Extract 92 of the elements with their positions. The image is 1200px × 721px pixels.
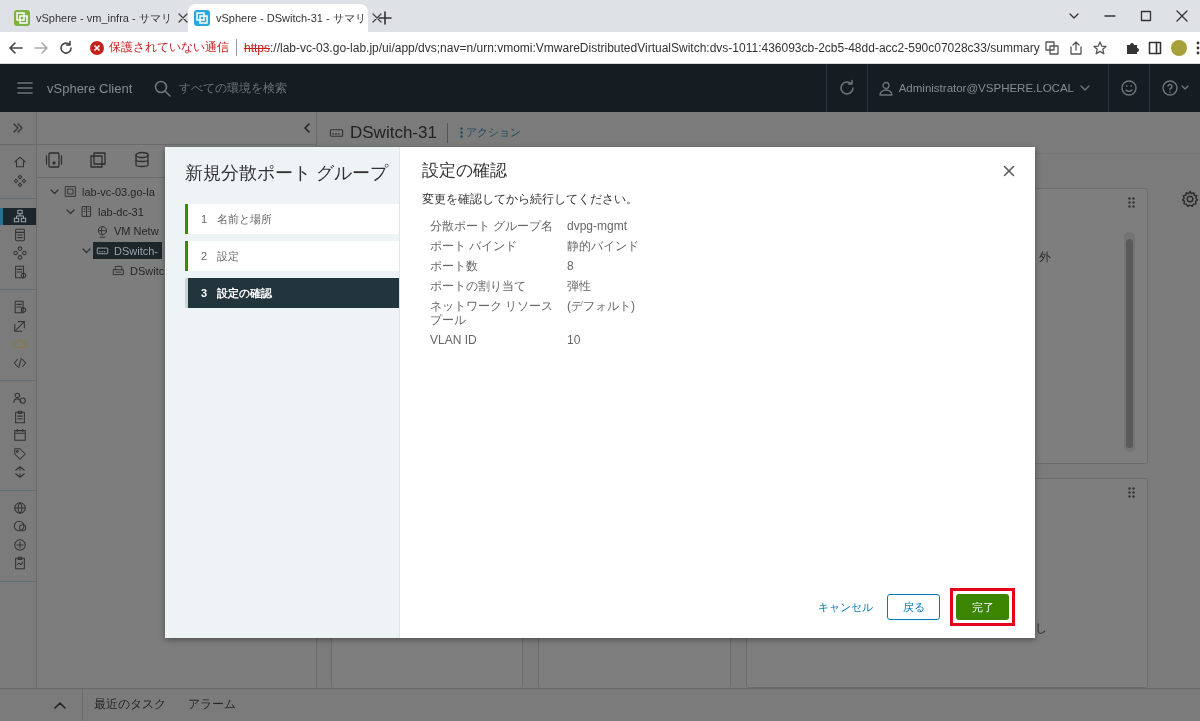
forward-arrow-icon[interactable] (33, 39, 49, 56)
field-label: VLAN ID (430, 333, 478, 347)
tag-icon (12, 446, 27, 461)
close-icon[interactable] (371, 13, 382, 23)
drag-handle-icon[interactable] (1128, 197, 1135, 208)
sidebar-icon[interactable] (1147, 40, 1162, 55)
back-button[interactable]: 戻る (887, 594, 940, 620)
panel-tab[interactable]: アラーム (177, 689, 247, 721)
reload-icon[interactable] (58, 39, 74, 56)
field-value: 10 (567, 333, 582, 347)
url-text: https://lab-vc-03.go-lab.jp/ui/app/dvs;nav=n/urn:vmomi:VmwareDistributedVirtualSwitch:dvs-1011:436093cb-2cb5-48dd-acc2-590c07028c33/summary (244, 40, 1040, 55)
page-title: 設定の確認 (422, 160, 507, 182)
search-icon (154, 79, 172, 97)
tree-item[interactable]: DSwitc (109, 262, 169, 280)
people-icon (12, 391, 27, 406)
smiley-icon[interactable] (1120, 79, 1138, 97)
plus-circle-icon (12, 537, 27, 552)
arrow-icon (12, 318, 27, 333)
tree-item[interactable]: VM Netw (93, 222, 163, 240)
database-icon[interactable] (133, 151, 151, 169)
plus-icon[interactable] (378, 11, 392, 25)
avatar[interactable] (1170, 39, 1187, 56)
star-icon[interactable] (1092, 40, 1107, 55)
clipboard-icon (12, 409, 27, 424)
translate-icon[interactable] (1044, 40, 1059, 55)
cancel-link[interactable]: キャンセル (814, 594, 877, 620)
field-value: 静的バインド (567, 239, 640, 253)
finish-button[interactable]: 完了 (956, 594, 1009, 620)
kebab-icon (459, 127, 463, 138)
more-icon[interactable] (1195, 40, 1200, 55)
back-arrow-icon[interactable] (8, 39, 24, 56)
wizard-step[interactable]: 2 設定 (185, 241, 399, 271)
search-field[interactable]: すべての環境を検索 (177, 80, 382, 96)
help-icon[interactable] (1161, 79, 1189, 97)
panel-tab[interactable]: 最近のタスク (83, 689, 177, 721)
product-name: vSphere Client (47, 80, 133, 96)
share-icon[interactable] (1068, 40, 1083, 55)
card-text: し (1035, 620, 1047, 637)
server-icon (12, 264, 27, 279)
field-value: (デフォルト) (567, 299, 636, 313)
scrollbar[interactable] (1124, 232, 1135, 452)
document-icon (12, 227, 27, 242)
refresh-icon[interactable] (837, 79, 856, 97)
instruction-text: 変更を確認してから続行してください。 (422, 192, 639, 207)
field-label: ポート数 (430, 259, 479, 273)
menu-icon[interactable] (17, 81, 33, 95)
browser-tab[interactable]: vSphere - vm_infra - サマリ (8, 4, 188, 32)
calendar-icon (12, 428, 27, 443)
field-value: 弾性 (567, 279, 592, 293)
warning-icon (90, 40, 104, 55)
double-chevron-icon[interactable] (12, 122, 24, 134)
report-icon (12, 300, 27, 315)
nodes-icon (12, 246, 27, 261)
close-icon[interactable] (1003, 164, 1015, 177)
user-icon (878, 80, 893, 96)
field-label: ポート バインド (430, 239, 519, 253)
chevron-up-icon[interactable] (53, 701, 66, 709)
code-icon (12, 355, 27, 370)
settings-icon[interactable] (1181, 190, 1199, 208)
tree-item[interactable]: DSwitch- (93, 242, 162, 260)
maximize-icon[interactable] (1140, 10, 1152, 22)
field-label: ポートの割り当て (430, 279, 527, 293)
tree-item[interactable]: lab-vc-03.go-la (61, 183, 159, 201)
user-menu[interactable]: Administrator@VSPHERE.LOCAL (898, 82, 1074, 94)
wizard-step[interactable]: 1 名前と場所 (185, 204, 399, 234)
home-icon (12, 155, 27, 170)
field-label: ネットワーク リソースプール (430, 299, 555, 327)
tree-item[interactable]: lab-dc-31 (77, 203, 148, 221)
server-icon (64, 185, 77, 199)
drag-handle-icon[interactable] (1128, 487, 1135, 498)
dialog-title: 新規分散ポート グループ (185, 162, 390, 185)
object-title: DSwitch-31 (350, 122, 448, 143)
building-icon (80, 205, 93, 219)
sidebar-item[interactable] (0, 208, 36, 225)
stack-icon (112, 264, 125, 278)
security-warning: 保護されていない通信 (109, 39, 237, 56)
sync-icon (12, 465, 27, 480)
field-label: 分散ポート グループ名 (430, 219, 555, 233)
clipboard-icon (12, 556, 27, 571)
address-bar[interactable]: 保護されていない通信 https://lab-vc-03.go-lab.jp/ui/app/dvs;nav=n/urn:vmomi:VmwareDistributedVirtualSwitch:dvs-1011:436093cb-2cb5-48dd-acc2-590c07028c33/summary (82, 33, 1115, 62)
field-value: dvpg-mgmt (567, 219, 629, 233)
close-icon[interactable] (177, 13, 188, 23)
nodes-icon (12, 173, 27, 188)
field-value: 8 (567, 259, 575, 273)
close-icon[interactable] (1176, 10, 1188, 22)
card-text: 外 (1039, 249, 1051, 266)
host-vm-icon[interactable] (45, 151, 63, 169)
copy-icon[interactable] (89, 151, 107, 169)
sitemap-icon (12, 209, 27, 224)
wizard-step[interactable]: 3 設定の確認 (185, 278, 399, 308)
puzzle-icon[interactable] (1124, 40, 1139, 55)
chevron-left-icon[interactable] (302, 122, 312, 134)
